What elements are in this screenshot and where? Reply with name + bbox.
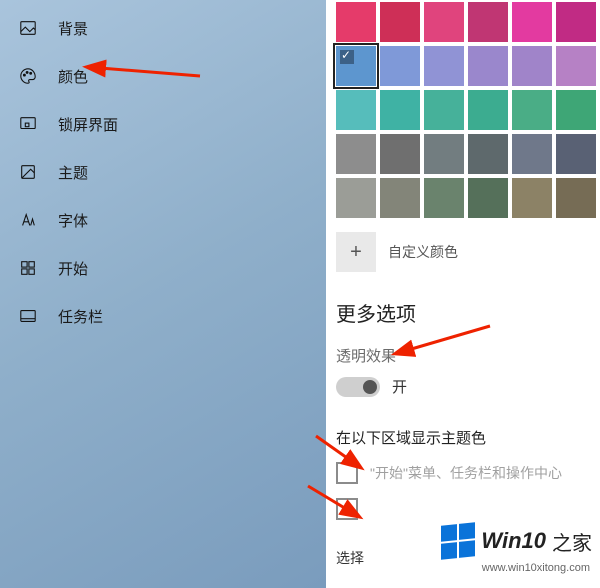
sidebar-item-lockscreen[interactable]: 锁屏界面 xyxy=(0,100,326,148)
color-swatch[interactable] xyxy=(380,2,420,42)
sidebar-item-label: 开始 xyxy=(58,258,88,279)
color-swatch[interactable]: ✓ xyxy=(336,46,376,86)
settings-sidebar: 背景 颜色 锁屏界面 主题 字体 xyxy=(0,0,326,588)
custom-color-row: + 自定义颜色 xyxy=(336,232,600,272)
transparency-toggle-text: 开 xyxy=(392,376,407,397)
color-swatch[interactable] xyxy=(336,134,376,174)
accent-check-2[interactable] xyxy=(336,498,358,520)
watermark-suffix: 之家 xyxy=(552,527,592,556)
start-icon xyxy=(18,258,38,278)
sidebar-item-colors[interactable]: 颜色 xyxy=(0,52,326,100)
color-swatch[interactable] xyxy=(556,2,596,42)
taskbar-icon xyxy=(18,306,38,326)
color-swatch[interactable] xyxy=(468,178,508,218)
sidebar-item-label: 颜色 xyxy=(58,66,88,87)
color-swatch[interactable] xyxy=(512,2,552,42)
color-swatch[interactable] xyxy=(468,2,508,42)
watermark-brand: Win10 xyxy=(481,528,546,554)
color-swatch[interactable] xyxy=(556,46,596,86)
sidebar-item-background[interactable]: 背景 xyxy=(0,4,326,52)
color-swatch[interactable] xyxy=(336,90,376,130)
watermark-logo: Win10 之家 xyxy=(441,524,592,558)
theme-icon xyxy=(18,162,38,182)
custom-color-add-button[interactable]: + xyxy=(336,232,376,272)
sidebar-item-label: 字体 xyxy=(58,210,88,231)
color-swatch[interactable] xyxy=(380,178,420,218)
color-swatch[interactable] xyxy=(424,178,464,218)
sidebar-item-label: 锁屏界面 xyxy=(58,114,118,135)
lockscreen-icon xyxy=(18,114,38,134)
custom-color-label: 自定义颜色 xyxy=(388,242,458,262)
settings-main: ✓ + 自定义颜色 更多选项 透明效果 开 在以下区域显示主题色 "开始"菜单、… xyxy=(326,0,600,588)
accent-check-row-start: "开始"菜单、任务栏和操作中心 xyxy=(336,462,600,484)
color-swatch[interactable] xyxy=(380,134,420,174)
color-swatch[interactable] xyxy=(424,46,464,86)
font-icon xyxy=(18,210,38,230)
color-swatch[interactable] xyxy=(468,46,508,86)
check-icon: ✓ xyxy=(341,48,351,62)
color-swatch[interactable] xyxy=(512,46,552,86)
transparency-label: 透明效果 xyxy=(336,345,600,366)
color-swatch[interactable] xyxy=(424,134,464,174)
accent-check-start[interactable] xyxy=(336,462,358,484)
color-swatch[interactable] xyxy=(512,178,552,218)
color-swatch[interactable] xyxy=(336,178,376,218)
accent-check-label: "开始"菜单、任务栏和操作中心 xyxy=(370,463,562,483)
palette-icon xyxy=(18,66,38,86)
accent-check-row-2 xyxy=(336,498,600,520)
sidebar-item-label: 主题 xyxy=(58,162,88,183)
sidebar-item-start[interactable]: 开始 xyxy=(0,244,326,292)
transparency-toggle[interactable] xyxy=(336,377,380,397)
color-palette: ✓ xyxy=(336,2,600,218)
sidebar-item-taskbar[interactable]: 任务栏 xyxy=(0,292,326,340)
color-swatch[interactable] xyxy=(424,90,464,130)
windows-icon xyxy=(441,522,475,560)
image-icon xyxy=(18,18,38,38)
color-swatch[interactable] xyxy=(556,90,596,130)
sidebar-item-label: 背景 xyxy=(58,18,88,39)
more-options-title: 更多选项 xyxy=(336,298,600,327)
color-swatch[interactable] xyxy=(556,134,596,174)
sidebar-item-fonts[interactable]: 字体 xyxy=(0,196,326,244)
sidebar-item-themes[interactable]: 主题 xyxy=(0,148,326,196)
color-swatch[interactable] xyxy=(512,134,552,174)
color-swatch[interactable] xyxy=(380,90,420,130)
color-swatch[interactable] xyxy=(468,134,508,174)
watermark-url: www.win10xitong.com xyxy=(482,562,590,574)
color-swatch[interactable] xyxy=(512,90,552,130)
color-swatch[interactable] xyxy=(336,2,376,42)
accent-areas-title: 在以下区域显示主题色 xyxy=(336,427,600,448)
color-swatch[interactable] xyxy=(468,90,508,130)
color-swatch[interactable] xyxy=(424,2,464,42)
color-swatch[interactable] xyxy=(556,178,596,218)
sidebar-item-label: 任务栏 xyxy=(58,306,103,327)
color-swatch[interactable] xyxy=(380,46,420,86)
